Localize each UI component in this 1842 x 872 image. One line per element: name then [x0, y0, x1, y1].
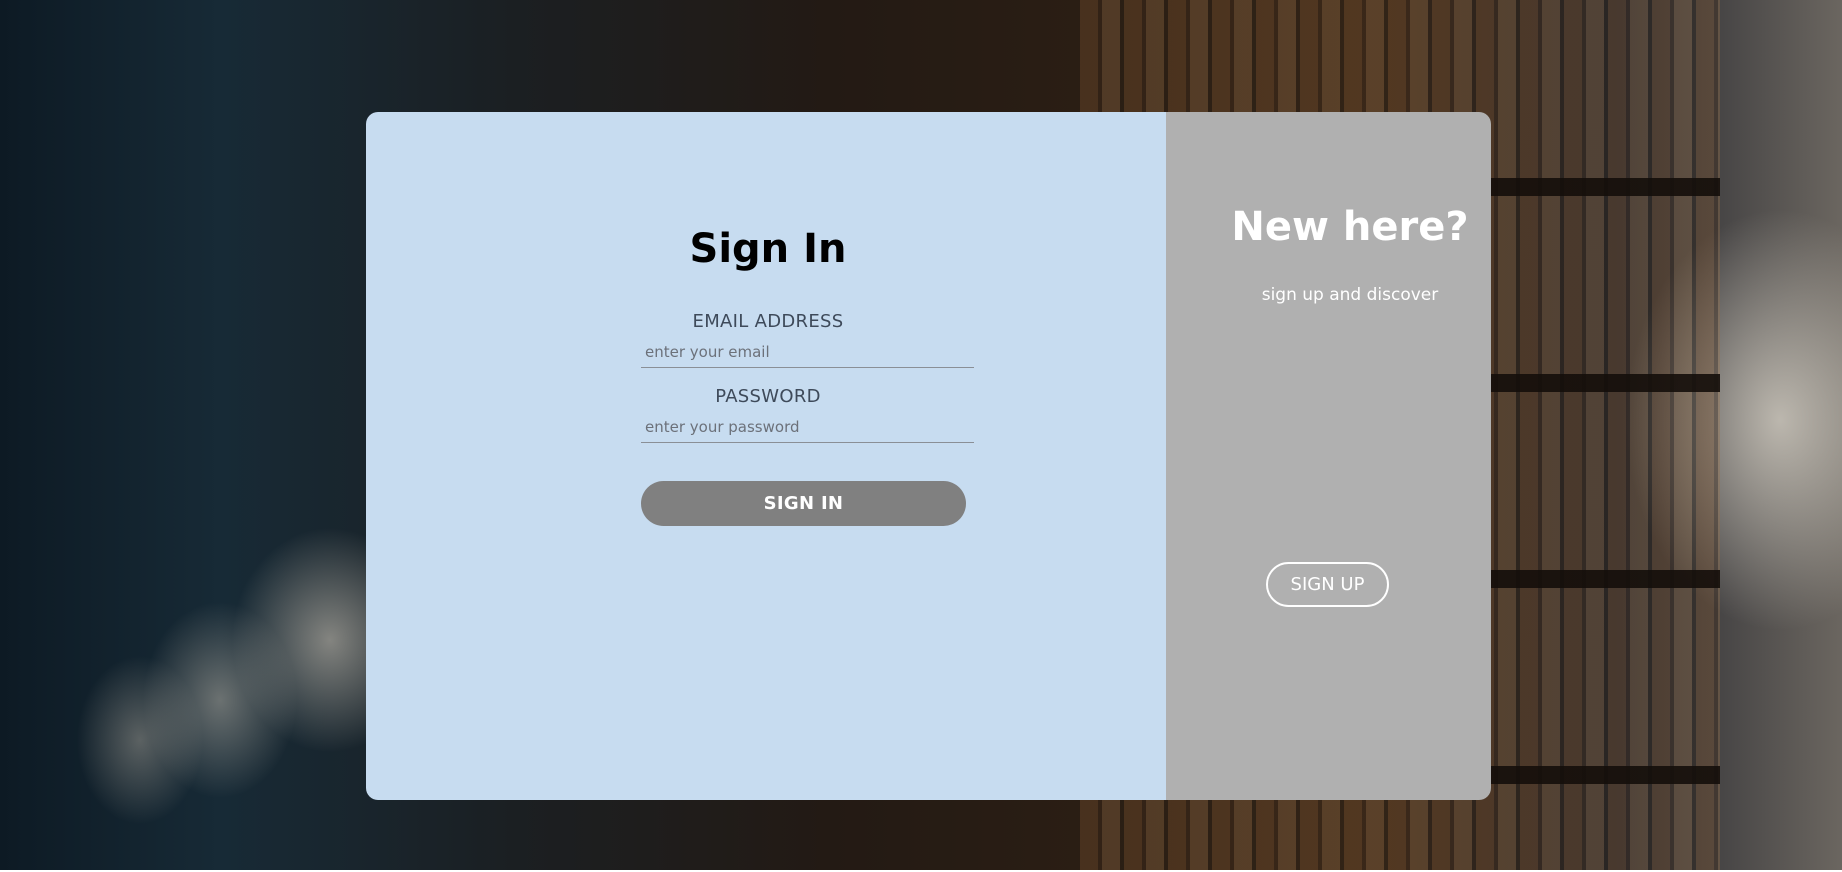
signin-button[interactable]: SIGN IN: [641, 481, 966, 526]
page: Sign In EMAIL ADDRESS PASSWORD SIGN IN N…: [0, 0, 1842, 872]
signup-panel: New here? sign up and discover SIGN UP: [1166, 112, 1491, 800]
signup-button[interactable]: SIGN UP: [1266, 562, 1389, 607]
email-field[interactable]: [641, 337, 974, 368]
email-label: EMAIL ADDRESS: [692, 311, 844, 332]
password-label: PASSWORD: [715, 386, 821, 407]
signin-title: Sign In: [689, 226, 847, 272]
password-field[interactable]: [641, 412, 974, 443]
signup-title: New here?: [1231, 204, 1469, 250]
signin-panel: Sign In EMAIL ADDRESS PASSWORD SIGN IN: [366, 112, 1166, 800]
auth-card: Sign In EMAIL ADDRESS PASSWORD SIGN IN N…: [366, 112, 1491, 800]
signup-subtitle: sign up and discover: [1261, 285, 1439, 305]
